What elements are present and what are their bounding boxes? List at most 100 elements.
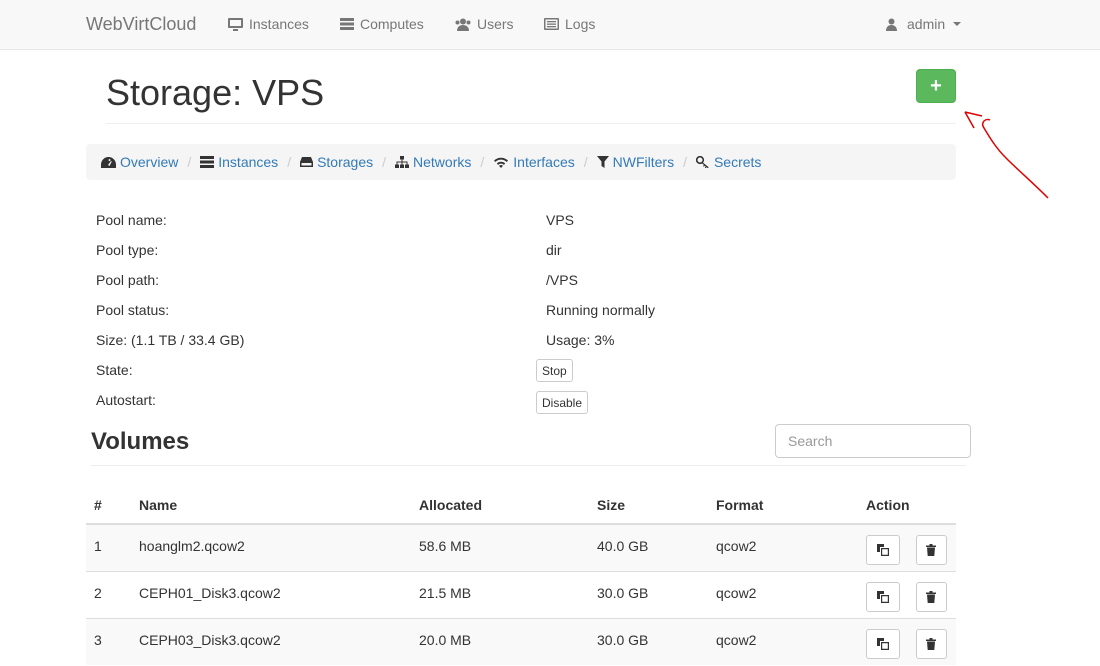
copy-icon — [877, 637, 889, 650]
trash-icon — [926, 637, 937, 650]
autostart-label: Autostart: — [96, 392, 156, 408]
size-label: Size: (1.1 TB / 33.4 GB) — [96, 332, 245, 348]
volume-format: qcow2 — [708, 523, 858, 571]
breadcrumb-secrets[interactable]: Secrets — [695, 154, 762, 170]
user-icon — [886, 18, 897, 31]
nav-instances-label: Instances — [249, 16, 309, 32]
nav-logs[interactable]: Logs — [544, 16, 595, 32]
volumes-heading: Volumes — [91, 428, 190, 455]
breadcrumb-overview[interactable]: Overview — [101, 154, 178, 170]
users-icon — [455, 18, 471, 31]
key-icon — [695, 156, 709, 168]
row-actions — [858, 523, 956, 571]
breadcrumb-label: Interfaces — [513, 154, 575, 170]
brand-logo[interactable]: WebVirtCloud — [86, 14, 196, 35]
col-name: Name — [131, 487, 411, 525]
breadcrumb-label: Secrets — [713, 154, 762, 170]
breadcrumb-separator: / — [683, 154, 687, 170]
divider — [106, 123, 956, 124]
nav-computes[interactable]: Computes — [340, 16, 424, 32]
breadcrumb-label: Overview — [120, 154, 179, 170]
col-allocated: Allocated — [411, 487, 589, 525]
breadcrumb-separator: / — [287, 154, 292, 170]
table-row: 3 CEPH03_Disk3.qcow2 20.0 MB 30.0 GB qco… — [86, 617, 956, 665]
sitemap-icon — [395, 156, 410, 168]
nav-users[interactable]: Users — [455, 16, 514, 32]
row-number: 2 — [86, 570, 131, 618]
nav-logs-label: Logs — [565, 16, 596, 32]
nav-instances[interactable]: Instances — [228, 16, 309, 32]
clone-button[interactable] — [866, 628, 900, 659]
filter-icon — [596, 156, 609, 168]
breadcrumb-label: NWFilters — [612, 154, 675, 170]
pool-name-label: Pool name: — [96, 212, 167, 228]
pool-type-value: dir — [546, 242, 562, 258]
copy-icon — [877, 590, 889, 603]
delete-button[interactable] — [915, 535, 947, 565]
col-size: Size — [589, 487, 708, 525]
search-input[interactable]: Search — [775, 424, 971, 458]
breadcrumb-storages[interactable]: Storages — [300, 154, 373, 170]
pool-type-label: Pool type: — [96, 242, 159, 258]
pool-status-value: Running normally — [546, 302, 655, 318]
breadcrumb-separator: / — [583, 154, 588, 170]
breadcrumb-label: Instances — [218, 154, 279, 170]
breadcrumb-interfaces[interactable]: Interfaces — [493, 154, 575, 170]
breadcrumb-separator: / — [187, 154, 192, 170]
breadcrumb-label: Storages — [317, 154, 374, 170]
divider — [91, 465, 966, 466]
volume-allocated: 58.6 MB — [411, 523, 589, 571]
breadcrumb: Overview / Instances / Storages / Networ… — [86, 144, 956, 180]
wifi-icon — [494, 157, 509, 168]
breadcrumb-networks[interactable]: Networks — [395, 154, 471, 170]
col-action: Action — [858, 487, 956, 525]
clone-button[interactable] — [866, 535, 900, 565]
row-number: 1 — [86, 523, 131, 571]
table-row: 2 CEPH01_Disk3.qcow2 21.5 MB 30.0 GB qco… — [86, 570, 956, 618]
breadcrumb-instances[interactable]: Instances — [200, 154, 278, 170]
volume-size: 30.0 GB — [589, 617, 708, 665]
row-actions — [858, 617, 956, 665]
trash-icon — [926, 590, 937, 603]
volume-format: qcow2 — [708, 570, 858, 618]
breadcrumb-separator: / — [480, 154, 485, 170]
breadcrumb-nwfilters[interactable]: NWFilters — [596, 154, 675, 170]
volumes-table: # Name Allocated Size Format Action 1 ho… — [86, 487, 956, 665]
nav-computes-label: Computes — [360, 16, 424, 32]
volume-format: qcow2 — [708, 617, 858, 665]
pool-path-value: /VPS — [546, 272, 578, 288]
copy-icon — [877, 544, 889, 556]
row-number: 3 — [86, 617, 131, 665]
volume-name: hoanglm2.qcow2 — [131, 523, 411, 571]
volume-name: CEPH03_Disk3.qcow2 — [131, 617, 411, 665]
server-icon — [340, 18, 354, 30]
state-label: State: — [96, 362, 133, 378]
caret-down-icon — [953, 22, 962, 26]
stop-button[interactable]: Stop — [536, 359, 573, 382]
add-volume-button[interactable]: + — [916, 69, 956, 103]
delete-button[interactable] — [915, 628, 947, 659]
table-header-row: # Name Allocated Size Format Action — [86, 487, 956, 525]
disable-autostart-button[interactable]: Disable — [536, 391, 589, 414]
volume-size: 40.0 GB — [589, 523, 708, 571]
annotation-arrow — [964, 111, 1049, 199]
breadcrumb-label: Networks — [413, 154, 472, 170]
server-icon — [200, 156, 215, 168]
volume-allocated: 20.0 MB — [411, 617, 589, 665]
col-format: Format — [708, 487, 858, 525]
dashboard-icon — [101, 156, 116, 168]
top-navbar: WebVirtCloud Instances Computes Users Lo… — [0, 0, 1100, 50]
page-title: Storage: VPS — [106, 72, 325, 113]
user-menu[interactable]: admin — [886, 16, 962, 32]
breadcrumb-separator: / — [382, 154, 387, 170]
pool-path-label: Pool path: — [96, 272, 160, 288]
pool-name-value: VPS — [546, 212, 575, 228]
clone-button[interactable] — [866, 581, 900, 612]
volume-allocated: 21.5 MB — [411, 570, 589, 618]
delete-button[interactable] — [915, 581, 947, 612]
col-number: # — [86, 487, 131, 525]
volume-size: 30.0 GB — [589, 570, 708, 618]
pool-status-label: Pool status: — [96, 302, 170, 318]
usage-value: Usage: 3% — [546, 332, 615, 348]
hdd-icon — [300, 157, 314, 167]
